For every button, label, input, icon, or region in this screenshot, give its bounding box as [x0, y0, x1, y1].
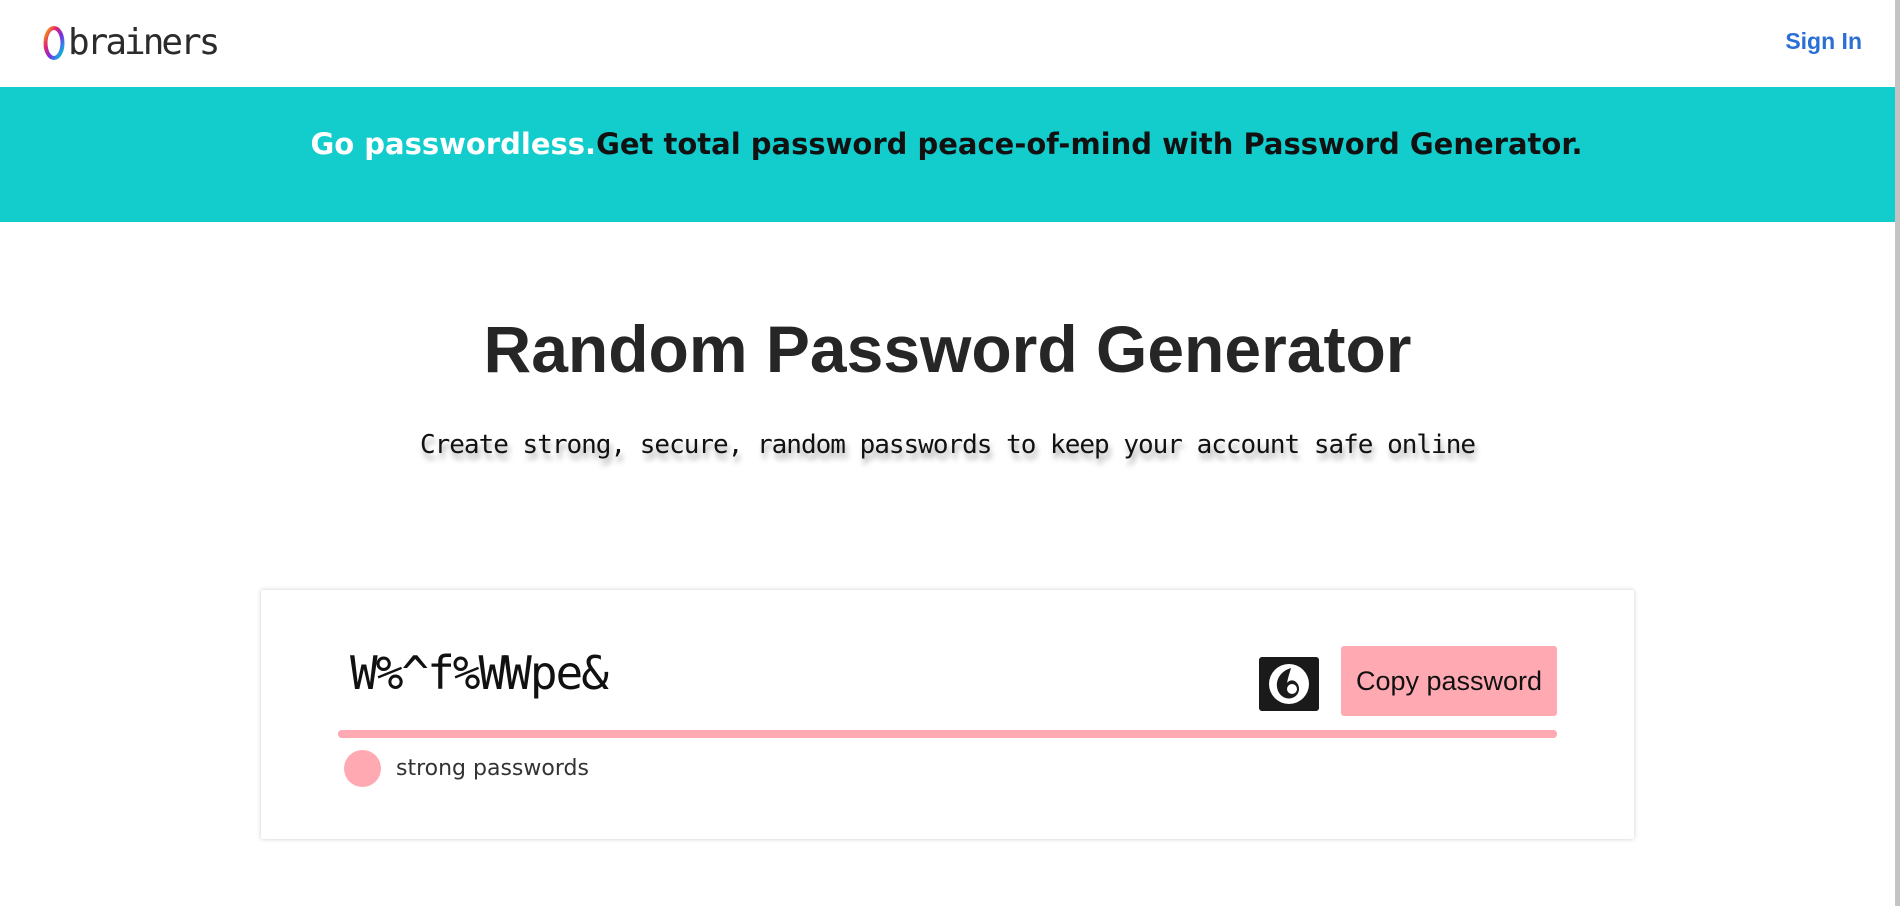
banner-lead: Go passwordless. [310, 126, 597, 161]
brainers-logo[interactable]: brainers [43, 20, 220, 66]
generated-password[interactable]: W%^f%WWpe& [350, 646, 609, 700]
copy-password-button[interactable]: Copy password [1341, 646, 1557, 716]
regenerate-button[interactable] [1259, 657, 1319, 711]
strength-indicator-dot [344, 750, 381, 787]
scrollbar-thumb[interactable] [1895, 0, 1900, 906]
strength-meter [338, 730, 1557, 738]
page-subtitle: Create strong, secure, random passwords … [419, 430, 1476, 460]
logo-ring-icon [43, 26, 65, 60]
page-scrollbar[interactable] [1895, 0, 1900, 906]
sign-in-link[interactable]: Sign In [1785, 28, 1862, 55]
refresh-icon [1269, 664, 1309, 704]
banner-message: Get total password peace-of-mind with Pa… [596, 126, 1583, 161]
logo-text: brainers [68, 22, 220, 63]
banner-text: Go passwordless.Get total password peace… [310, 127, 1582, 161]
promo-banner: Go passwordless.Get total password peace… [0, 87, 1895, 222]
page: brainers Sign In Go passwordless.Get tot… [0, 0, 1900, 906]
strength-label: strong passwords [396, 756, 589, 781]
page-title: Random Password Generator [483, 312, 1412, 386]
top-header: brainers Sign In [0, 0, 1895, 87]
password-generator-card: W%^f%WWpe& Copy password strong password… [261, 590, 1634, 839]
strength-meter-fill [338, 730, 1557, 738]
